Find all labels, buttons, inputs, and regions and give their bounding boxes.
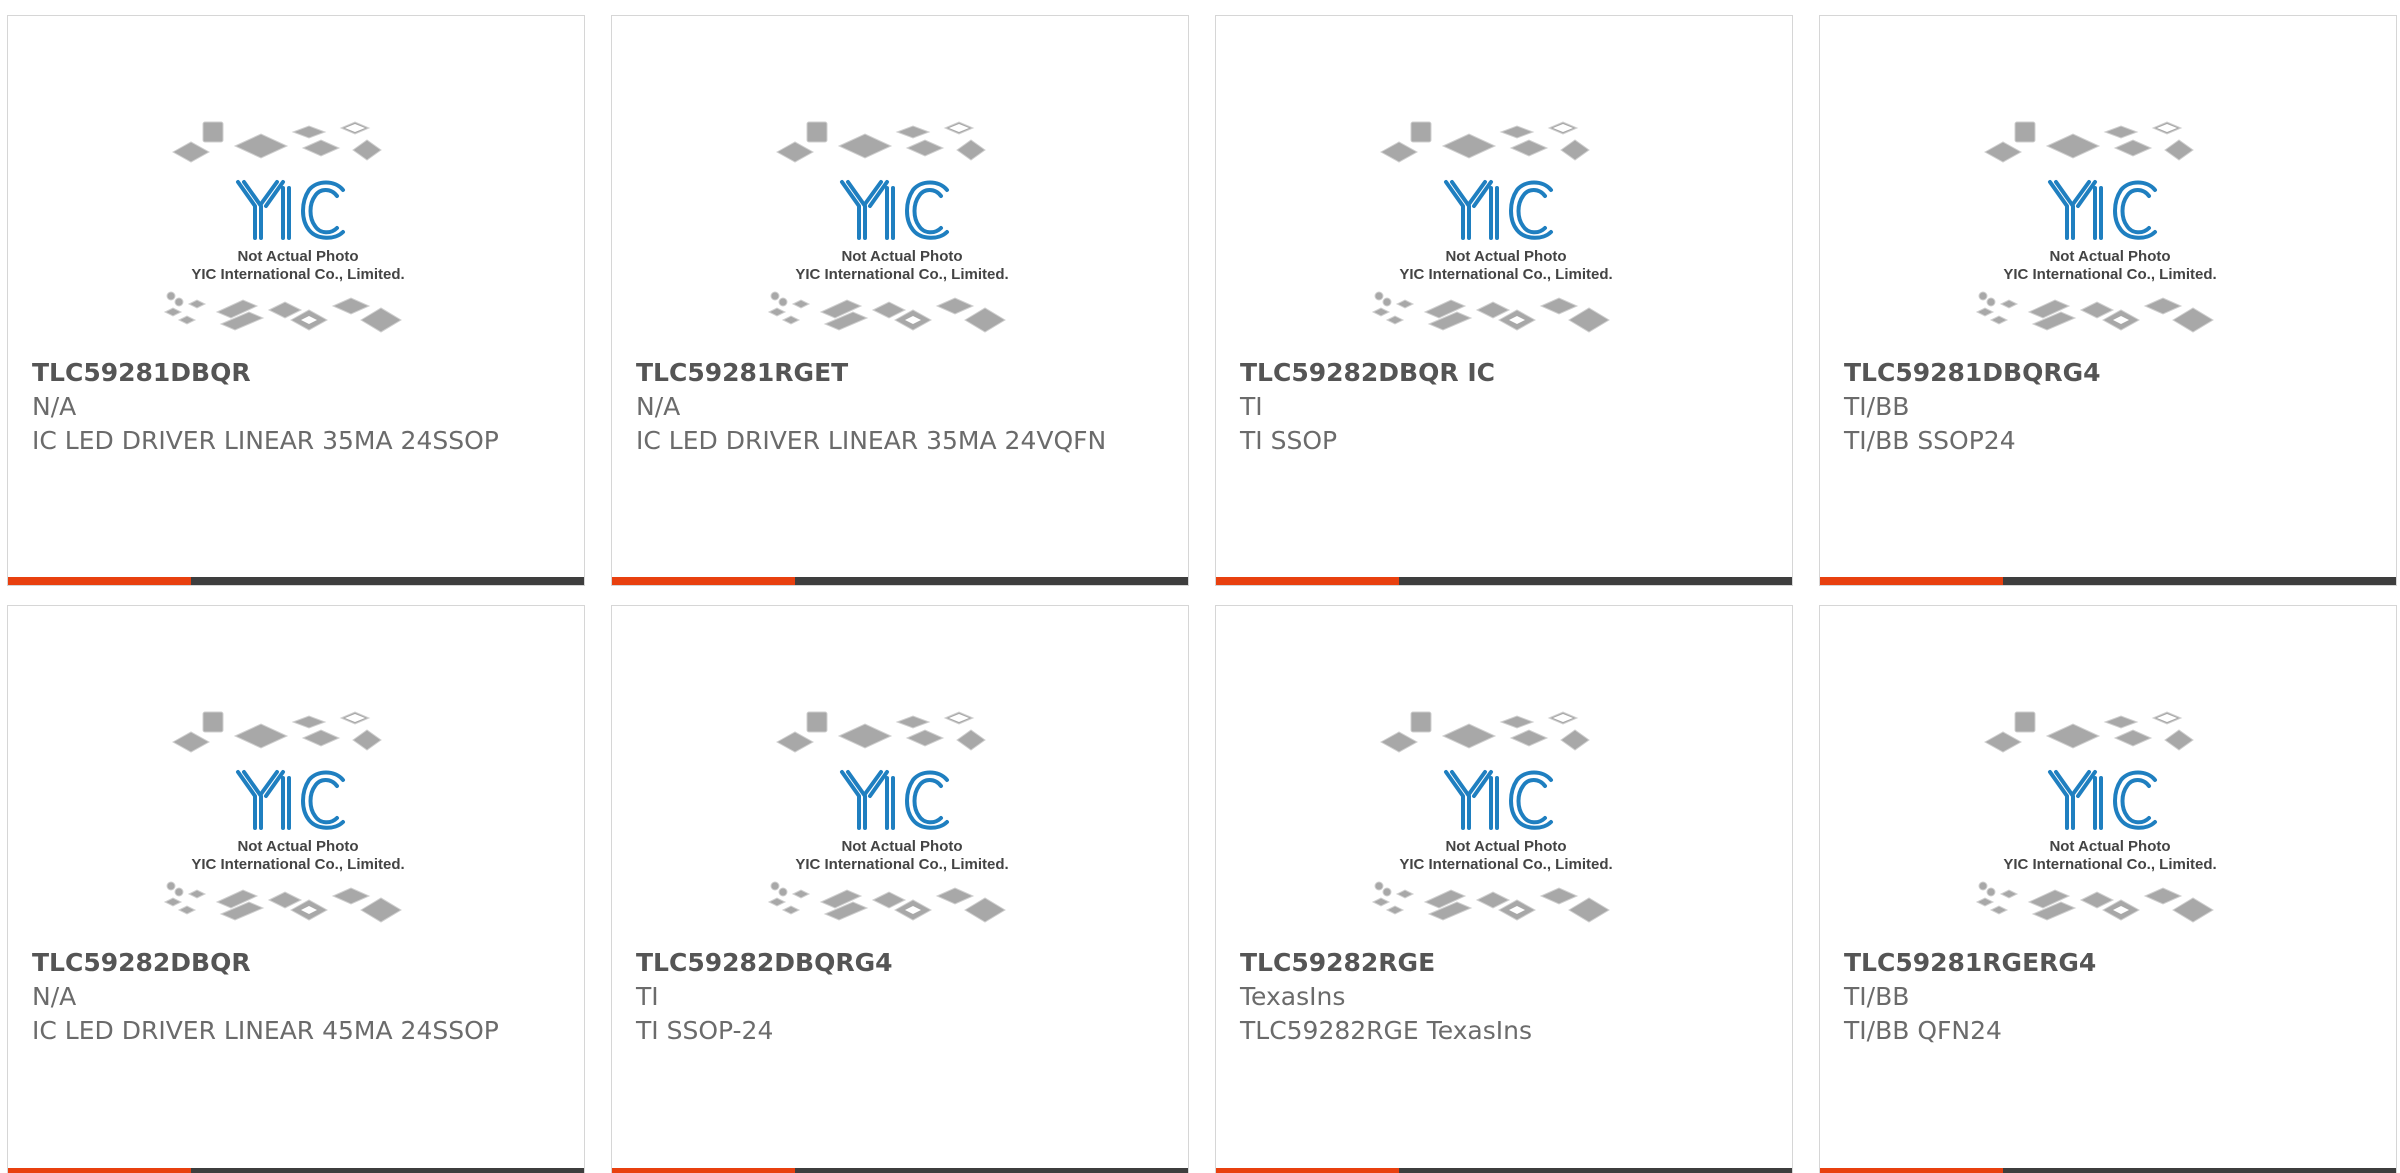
svg-text:YIC International Co., Limited: YIC International Co., Limited. [2003, 266, 2216, 283]
svg-text:YIC International Co., Limited: YIC International Co., Limited. [191, 856, 404, 873]
product-photo-placeholder: Not Actual Photo YIC International Co., … [1351, 688, 1661, 954]
product-photo-placeholder: Not Actual Photo YIC International Co., … [143, 98, 453, 364]
description: TI/BB SSOP24 [1844, 426, 2016, 455]
svg-text:Not Actual Photo: Not Actual Photo [237, 838, 358, 855]
svg-text:YIC International Co., Limited: YIC International Co., Limited. [1399, 266, 1612, 283]
svg-text:Not Actual Photo: Not Actual Photo [841, 248, 962, 265]
placeholder-photo-graphic: Not Actual Photo YIC International Co., … [1371, 711, 1613, 923]
part-number[interactable]: TLC59281RGET [636, 356, 1168, 390]
part-number[interactable]: TLC59282DBQR IC [1240, 356, 1772, 390]
card-accent-bar [8, 577, 191, 585]
placeholder-photo-graphic: Not Actual Photo YIC International Co., … [767, 121, 1009, 333]
card-accent-bar [1216, 577, 1399, 585]
part-number[interactable]: TLC59281RGERG4 [1844, 946, 2376, 980]
product-card[interactable]: Not Actual Photo YIC International Co., … [1215, 15, 1793, 586]
product-card[interactable]: Not Actual Photo YIC International Co., … [611, 15, 1189, 586]
card-accent-bar [8, 1168, 191, 1173]
card-bottom-bar [1820, 1168, 2396, 1173]
card-accent-bar [1820, 1168, 2003, 1173]
product-photo-placeholder: Not Actual Photo YIC International Co., … [1351, 98, 1661, 364]
product-grid: Not Actual Photo YIC International Co., … [0, 0, 2400, 1173]
card-bottom-bar [1820, 577, 2396, 585]
placeholder-photo-graphic: Not Actual Photo YIC International Co., … [767, 711, 1009, 923]
product-info: TLC59282DBQR IC TI TI SSOP [1240, 356, 1772, 458]
product-card[interactable]: Not Actual Photo YIC International Co., … [1819, 15, 2397, 586]
brand: TI/BB [1844, 982, 1910, 1011]
part-number[interactable]: TLC59281DBQR [32, 356, 564, 390]
product-card[interactable]: Not Actual Photo YIC International Co., … [1819, 605, 2397, 1173]
description: IC LED DRIVER LINEAR 35MA 24SSOP [32, 426, 499, 455]
brand: TexasIns [1240, 982, 1346, 1011]
svg-text:YIC International Co., Limited: YIC International Co., Limited. [191, 266, 404, 283]
svg-text:Not Actual Photo: Not Actual Photo [2049, 838, 2170, 855]
svg-text:YIC International Co., Limited: YIC International Co., Limited. [2003, 856, 2216, 873]
brand: TI [1240, 392, 1263, 421]
product-info: TLC59281DBQR N/A IC LED DRIVER LINEAR 35… [32, 356, 564, 458]
brand: TI [636, 982, 659, 1011]
card-accent-bar [1216, 1168, 1399, 1173]
product-info: TLC59281RGERG4 TI/BB TI/BB QFN24 [1844, 946, 2376, 1048]
product-card[interactable]: Not Actual Photo YIC International Co., … [7, 605, 585, 1173]
card-bottom-bar [1216, 577, 1792, 585]
product-photo-placeholder: Not Actual Photo YIC International Co., … [1955, 688, 2265, 954]
brand: N/A [32, 982, 77, 1011]
description: IC LED DRIVER LINEAR 35MA 24VQFN [636, 426, 1107, 455]
product-card[interactable]: Not Actual Photo YIC International Co., … [7, 15, 585, 586]
part-number[interactable]: TLC59282DBQR [32, 946, 564, 980]
card-accent-bar [612, 577, 795, 585]
svg-text:Not Actual Photo: Not Actual Photo [1445, 248, 1566, 265]
part-number[interactable]: TLC59282RGE [1240, 946, 1772, 980]
product-info: TLC59282DBQRG4 TI TI SSOP-24 [636, 946, 1168, 1048]
card-accent-bar [1820, 577, 2003, 585]
product-photo-placeholder: Not Actual Photo YIC International Co., … [747, 98, 1057, 364]
card-bottom-bar [8, 577, 584, 585]
description: TI SSOP [1240, 426, 1338, 455]
card-accent-bar [612, 1168, 795, 1173]
svg-text:Not Actual Photo: Not Actual Photo [2049, 248, 2170, 265]
svg-text:Not Actual Photo: Not Actual Photo [1445, 838, 1566, 855]
brand: TI/BB [1844, 392, 1910, 421]
product-photo-placeholder: Not Actual Photo YIC International Co., … [1955, 98, 2265, 364]
placeholder-photo-graphic: Not Actual Photo YIC International Co., … [1975, 121, 2217, 333]
svg-text:YIC International Co., Limited: YIC International Co., Limited. [795, 266, 1008, 283]
description: TI/BB QFN24 [1844, 1016, 2002, 1045]
card-bottom-bar [1216, 1168, 1792, 1173]
svg-text:Not Actual Photo: Not Actual Photo [237, 248, 358, 265]
product-info: TLC59282DBQR N/A IC LED DRIVER LINEAR 45… [32, 946, 564, 1048]
brand: N/A [32, 392, 77, 421]
svg-text:YIC International Co., Limited: YIC International Co., Limited. [1399, 856, 1612, 873]
card-bottom-bar [612, 577, 1188, 585]
product-info: TLC59281DBQRG4 TI/BB TI/BB SSOP24 [1844, 356, 2376, 458]
brand: N/A [636, 392, 681, 421]
description: TLC59282RGE TexasIns [1240, 1016, 1533, 1045]
placeholder-photo-graphic: Not Actual Photo YIC International Co., … [163, 121, 405, 333]
product-info: TLC59282RGE TexasIns TLC59282RGE TexasIn… [1240, 946, 1772, 1048]
placeholder-photo-graphic: Not Actual Photo YIC International Co., … [163, 711, 405, 923]
svg-text:Not Actual Photo: Not Actual Photo [841, 838, 962, 855]
svg-text:YIC International Co., Limited: YIC International Co., Limited. [795, 856, 1008, 873]
description: TI SSOP-24 [636, 1016, 774, 1045]
placeholder-photo-graphic: Not Actual Photo YIC International Co., … [1975, 711, 2217, 923]
placeholder-photo-graphic: Not Actual Photo YIC International Co., … [1371, 121, 1613, 333]
part-number[interactable]: TLC59282DBQRG4 [636, 946, 1168, 980]
card-bottom-bar [612, 1168, 1188, 1173]
product-photo-placeholder: Not Actual Photo YIC International Co., … [143, 688, 453, 954]
product-photo-placeholder: Not Actual Photo YIC International Co., … [747, 688, 1057, 954]
description: IC LED DRIVER LINEAR 45MA 24SSOP [32, 1016, 499, 1045]
card-bottom-bar [8, 1168, 584, 1173]
product-info: TLC59281RGET N/A IC LED DRIVER LINEAR 35… [636, 356, 1168, 458]
part-number[interactable]: TLC59281DBQRG4 [1844, 356, 2376, 390]
product-card[interactable]: Not Actual Photo YIC International Co., … [1215, 605, 1793, 1173]
product-card[interactable]: Not Actual Photo YIC International Co., … [611, 605, 1189, 1173]
